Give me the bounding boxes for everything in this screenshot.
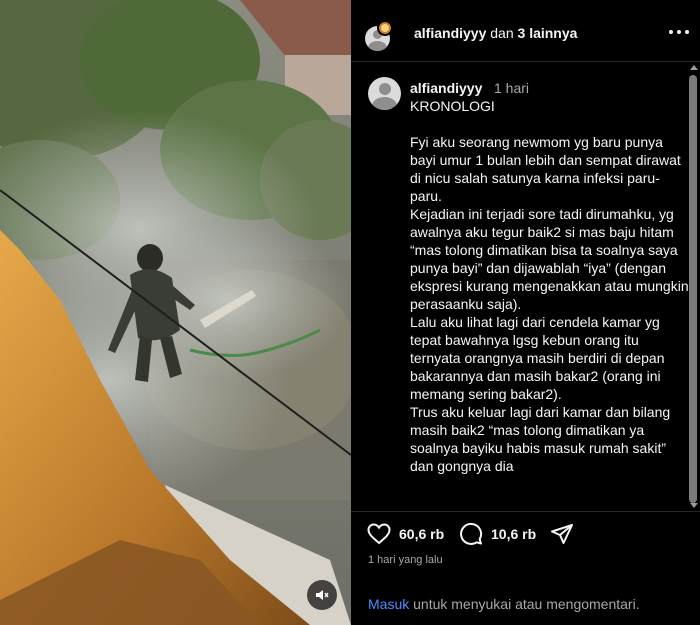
caption-author-avatar[interactable] <box>368 77 401 110</box>
more-dots-icon <box>685 30 689 34</box>
post-video[interactable] <box>0 0 351 625</box>
caption-heading: KRONOLOGI <box>410 98 495 114</box>
collaborator-avatar <box>377 20 393 36</box>
login-prompt: Masuk untuk menyukai atau mengomentari. <box>368 596 640 612</box>
caption-paragraph: Fyi aku seorang newmom yg baru punya bay… <box>410 134 681 204</box>
scroll-down-icon[interactable] <box>690 503 698 508</box>
post-side-panel: alfiandiyyy dan 3 lainnya alfiandiyyy 1 … <box>351 0 700 625</box>
comment-count[interactable]: 10,6 rb <box>491 526 536 542</box>
author-username-link[interactable]: alfiandiyyy <box>414 25 486 41</box>
caption-scrollbar[interactable] <box>687 63 700 511</box>
other-authors-link[interactable]: 3 lainnya <box>518 25 578 41</box>
comment-bubble-icon <box>460 522 483 545</box>
login-prompt-text: untuk menyukai atau mengomentari. <box>409 596 640 612</box>
post-dialog: alfiandiyyy dan 3 lainnya alfiandiyyy 1 … <box>0 0 700 625</box>
scrollbar-thumb[interactable] <box>689 75 697 503</box>
authors-connector: dan <box>490 25 514 41</box>
caption-timestamp[interactable]: 1 hari <box>494 80 529 96</box>
like-button[interactable]: 60,6 rb <box>367 522 444 546</box>
more-options-button[interactable] <box>669 24 689 40</box>
caption-author-username[interactable]: alfiandiyyy <box>410 80 482 96</box>
mute-toggle-button[interactable] <box>307 580 337 610</box>
caption-area[interactable]: alfiandiyyy 1 hari KRONOLOGI Fyi aku seo… <box>351 63 700 511</box>
post-header: alfiandiyyy dan 3 lainnya <box>351 0 700 62</box>
post-timestamp[interactable]: 1 hari yang lalu <box>368 554 443 566</box>
speaker-muted-icon <box>316 590 329 600</box>
caption-paragraph: Trus aku keluar lagi dari kamar dan bila… <box>410 404 671 474</box>
more-dots-icon <box>677 30 681 34</box>
heart-icon <box>367 523 391 545</box>
caption-paragraph: Lalu aku lihat lagi dari cendela kamar y… <box>410 314 665 402</box>
caption-text: KRONOLOGI Fyi aku seorang newmom yg baru… <box>410 97 690 475</box>
comment-button[interactable]: 10,6 rb <box>459 522 536 546</box>
author-avatar-group[interactable] <box>365 20 395 51</box>
like-count[interactable]: 60,6 rb <box>399 526 444 542</box>
send-icon <box>551 524 573 544</box>
more-dots-icon <box>669 30 673 34</box>
video-frame-image <box>0 0 351 625</box>
post-authors: alfiandiyyy dan 3 lainnya <box>414 25 577 41</box>
login-link[interactable]: Masuk <box>368 596 409 612</box>
caption-paragraph: Kejadian ini terjadi sore tadi dirumahku… <box>410 206 689 312</box>
post-actions: 60,6 rb 10,6 rb 1 hari yang lalu Masuk u… <box>351 511 700 625</box>
share-button[interactable] <box>550 522 574 546</box>
scroll-up-icon[interactable] <box>690 65 698 70</box>
